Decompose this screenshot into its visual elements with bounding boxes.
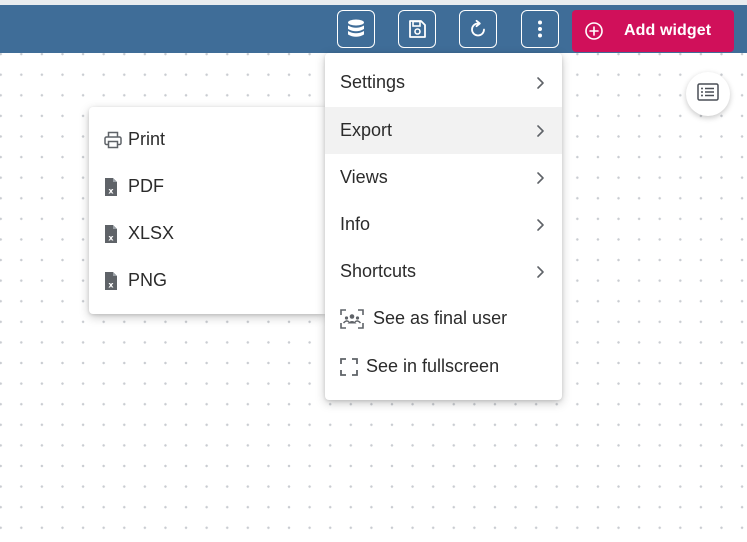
more-options-button[interactable] <box>521 10 559 48</box>
database-button[interactable] <box>337 10 375 48</box>
menu-item-shortcuts[interactable]: Shortcuts <box>325 248 562 295</box>
more-vertical-icon <box>537 19 543 39</box>
menu-item-see-as-final-user[interactable]: See as final user <box>325 295 562 342</box>
menu-item-label: Views <box>340 167 388 187</box>
save-icon <box>407 19 427 39</box>
add-widget-button[interactable]: Add widget <box>572 10 734 52</box>
file-x-icon: x <box>103 270 125 292</box>
menu-item-views[interactable]: Views <box>325 154 562 201</box>
export-xlsx-label: XLSX <box>128 223 175 243</box>
export-png-label: PNG <box>128 270 168 290</box>
svg-text:x: x <box>108 280 114 289</box>
plus-circle-icon <box>584 21 604 41</box>
menu-item-label: Shortcuts <box>340 261 417 281</box>
chevron-right-icon <box>537 76 544 89</box>
chevron-right-icon <box>537 218 544 231</box>
file-x-icon: x <box>103 176 125 198</box>
svg-text:x: x <box>108 233 114 242</box>
chevron-right-icon <box>537 265 544 278</box>
file-x-icon: x <box>103 223 125 245</box>
save-button[interactable] <box>398 10 436 48</box>
export-print-label: Print <box>128 129 166 149</box>
svg-text:x: x <box>108 186 114 195</box>
menu-item-see-in-fullscreen[interactable]: See in fullscreen <box>325 343 562 390</box>
export-pdf-label: PDF <box>128 176 164 196</box>
menu-item-info[interactable]: Info <box>325 201 562 248</box>
add-widget-label: Add widget <box>624 22 712 39</box>
database-icon <box>346 18 366 40</box>
chevron-right-icon <box>537 171 544 184</box>
widget-list-button[interactable] <box>686 72 730 116</box>
menu-item-label: Settings <box>340 72 406 92</box>
fullscreen-icon <box>340 356 359 378</box>
menu-item-label: See as final user <box>373 308 508 328</box>
menu-item-export[interactable]: Export <box>325 107 562 154</box>
export-png-item[interactable]: x PNG <box>89 257 325 304</box>
options-menu: Settings Export Views Info Shortcuts See… <box>325 53 562 400</box>
export-xlsx-item[interactable]: x XLSX <box>89 210 325 257</box>
export-pdf-item[interactable]: x PDF <box>89 163 325 210</box>
menu-item-label: Export <box>340 120 393 140</box>
users-scan-icon <box>340 308 366 330</box>
printer-icon <box>103 129 125 151</box>
menu-item-label: See in fullscreen <box>366 356 500 376</box>
export-print-item[interactable]: Print <box>89 116 325 163</box>
top-toolbar: Add widget <box>0 0 747 53</box>
chevron-right-icon <box>537 124 544 137</box>
refresh-icon <box>468 19 488 39</box>
menu-item-label: Info <box>340 214 371 234</box>
list-icon <box>697 82 719 106</box>
menu-item-settings[interactable]: Settings <box>325 59 562 106</box>
refresh-button[interactable] <box>459 10 497 48</box>
export-submenu: Print x PDF x XLSX x PNG <box>89 107 325 314</box>
